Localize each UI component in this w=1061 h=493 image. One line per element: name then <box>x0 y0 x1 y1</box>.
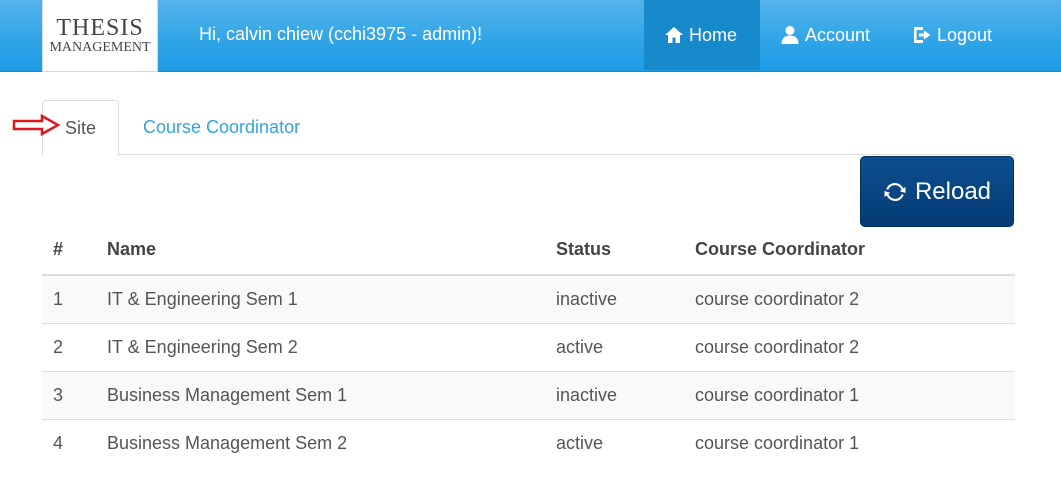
cell-status: inactive <box>545 275 684 323</box>
table-row[interactable]: 1 IT & Engineering Sem 1 inactive course… <box>42 275 1015 323</box>
reload-button[interactable]: Reload <box>860 156 1014 227</box>
cell-name: IT & Engineering Sem 1 <box>96 275 545 323</box>
top-navbar: THESIS MANAGEMENT Hi, calvin chiew (cchi… <box>0 0 1061 72</box>
nav-account[interactable]: Account <box>760 0 892 70</box>
nav-home-label: Home <box>689 24 738 45</box>
reload-button-label: Reload <box>914 177 992 205</box>
tab-course-coordinator-label: Course Coordinator <box>143 117 301 137</box>
table-header-row: # Name Status Course Coordinator <box>42 225 1015 276</box>
cell-status: active <box>545 418 684 467</box>
cell-number: 1 <box>42 275 96 323</box>
header-status[interactable]: Status <box>545 225 684 276</box>
sites-table: # Name Status Course Coordinator 1 IT & … <box>42 225 1015 467</box>
user-greeting: Hi, calvin chiew (cchi3975 - admin)! <box>199 24 483 44</box>
brand-line-2: MANAGEMENT <box>49 40 151 55</box>
nav-home[interactable]: Home <box>644 0 760 70</box>
table-row[interactable]: 3 Business Management Sem 1 inactive cou… <box>42 370 1015 419</box>
table-row[interactable]: 4 Business Management Sem 2 active cours… <box>42 418 1015 467</box>
cell-name: IT & Engineering Sem 2 <box>96 322 545 371</box>
brand-logo[interactable]: THESIS MANAGEMENT <box>42 0 158 72</box>
cell-course-coordinator: course coordinator 2 <box>684 322 1015 371</box>
header-number[interactable]: # <box>42 225 96 276</box>
cell-course-coordinator: course coordinator 1 <box>684 418 1015 467</box>
cell-number: 2 <box>42 322 96 371</box>
cell-status: inactive <box>545 370 684 419</box>
nav-account-label: Account <box>805 24 871 45</box>
header-name[interactable]: Name <box>96 225 545 276</box>
cell-course-coordinator: course coordinator 2 <box>684 275 1015 323</box>
table-row[interactable]: 2 IT & Engineering Sem 2 active course c… <box>42 322 1015 371</box>
tab-site-label: Site <box>64 117 97 138</box>
cell-status: active <box>545 322 684 371</box>
logout-icon <box>914 27 931 43</box>
cell-number: 4 <box>42 418 96 467</box>
home-icon <box>665 27 683 43</box>
user-icon <box>781 26 799 44</box>
cell-name: Business Management Sem 2 <box>96 418 545 467</box>
arrow-right-icon <box>12 113 61 137</box>
tab-bar: Site Course Coordinator <box>42 100 1015 156</box>
brand-line-1: THESIS <box>56 15 144 41</box>
cell-number: 3 <box>42 370 96 419</box>
header-course-coordinator[interactable]: Course Coordinator <box>684 225 1015 276</box>
nav-logout-label: Logout <box>937 24 993 45</box>
tab-course-coordinator[interactable]: Course Coordinator <box>143 100 300 155</box>
cell-name: Business Management Sem 1 <box>96 370 545 419</box>
refresh-icon <box>884 182 906 201</box>
cell-course-coordinator: course coordinator 1 <box>684 370 1015 419</box>
nav-logout[interactable]: Logout <box>892 0 1016 70</box>
